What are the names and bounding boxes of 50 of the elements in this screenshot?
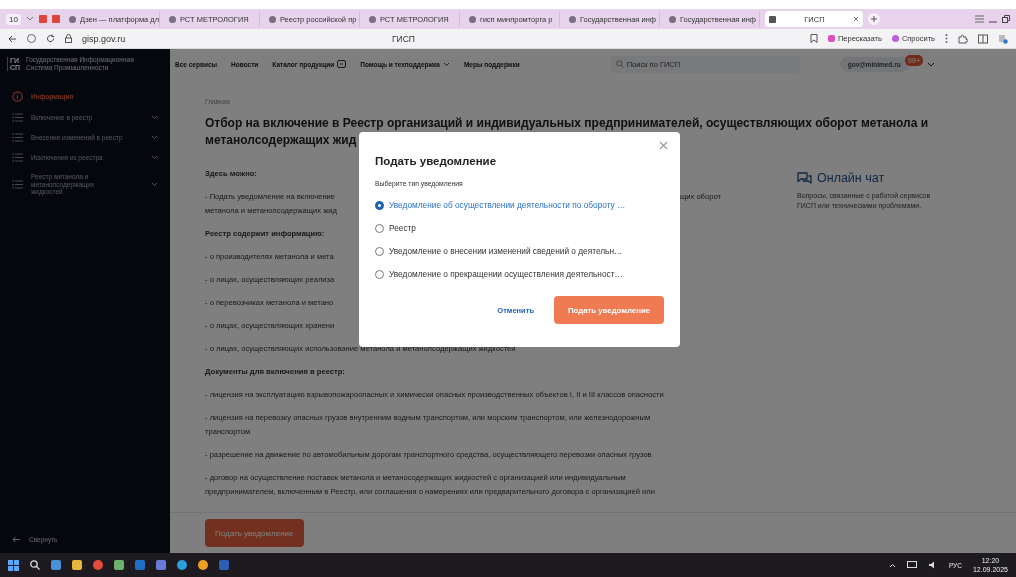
- tab-count[interactable]: 10: [6, 13, 21, 25]
- bookmark-icon[interactable]: [809, 34, 818, 43]
- favicon-icon: [268, 15, 276, 23]
- dialog-title: Подать уведомление: [375, 155, 498, 167]
- search-icon: [615, 60, 624, 68]
- favicon-icon: [368, 15, 376, 23]
- radio-option[interactable]: Уведомление об осуществлении деятельности по обороту …: [375, 200, 664, 210]
- radio-button[interactable]: [375, 200, 384, 210]
- back-arrow-icon: [12, 536, 21, 543]
- info-icon: [12, 91, 23, 102]
- favicon-icon: [568, 15, 576, 23]
- app-icon[interactable]: [198, 560, 208, 570]
- reader-icon[interactable]: [978, 33, 988, 44]
- page-heading: Отбор на включение в Реестр организаций и индивидуальных предпринимателей, осуществляющих оборот метанола и: [205, 115, 929, 132]
- back-arrow-icon[interactable]: [8, 34, 17, 43]
- chevron-down-icon[interactable]: [25, 16, 34, 22]
- list-icon: [12, 113, 23, 122]
- chevron-up-icon[interactable]: [888, 562, 896, 568]
- lock-icon: [65, 34, 72, 43]
- chevron-down-icon: [442, 61, 450, 67]
- page-heading-fragment: метанолсодержащих жид: [205, 132, 357, 149]
- radio-option[interactable]: Реестр: [375, 223, 664, 233]
- list-icon: [12, 179, 23, 189]
- catalog-icon: [337, 60, 347, 68]
- chat-bubbles-icon: [797, 171, 812, 185]
- favicon-icon: [768, 15, 776, 23]
- app-icon[interactable]: [114, 560, 124, 570]
- network-icon[interactable]: [906, 561, 917, 569]
- windows-logo-icon[interactable]: [8, 559, 19, 571]
- radio-option[interactable]: Уведомление о внесении изменений сведений о деятельн…: [375, 246, 664, 256]
- close-icon[interactable]: [659, 141, 668, 150]
- puzzle-icon[interactable]: [958, 33, 968, 44]
- list-icon: [12, 153, 23, 162]
- search-icon[interactable]: [30, 560, 40, 570]
- close-icon[interactable]: [852, 16, 859, 22]
- favicon-icon: [468, 15, 476, 23]
- new-tab-button[interactable]: [867, 13, 880, 25]
- favicon-icon: [68, 15, 76, 23]
- radio-option[interactable]: Уведомление о прекращении осуществления деятельност…: [375, 269, 664, 279]
- restore-icon[interactable]: [1002, 15, 1010, 23]
- more-vertical-icon[interactable]: [945, 34, 948, 43]
- list-icon: [12, 133, 23, 142]
- online-chat-link[interactable]: Онлайн чат: [797, 171, 997, 185]
- chevron-down-icon[interactable]: [927, 61, 936, 67]
- reload-icon[interactable]: [46, 34, 55, 43]
- favicon-icon: [668, 15, 676, 23]
- address-field[interactable]: gisp.gov.ru: [82, 33, 212, 44]
- page-title: ГИСП: [391, 33, 416, 44]
- favicon-icon: [168, 15, 176, 23]
- app-icon[interactable]: [93, 560, 103, 570]
